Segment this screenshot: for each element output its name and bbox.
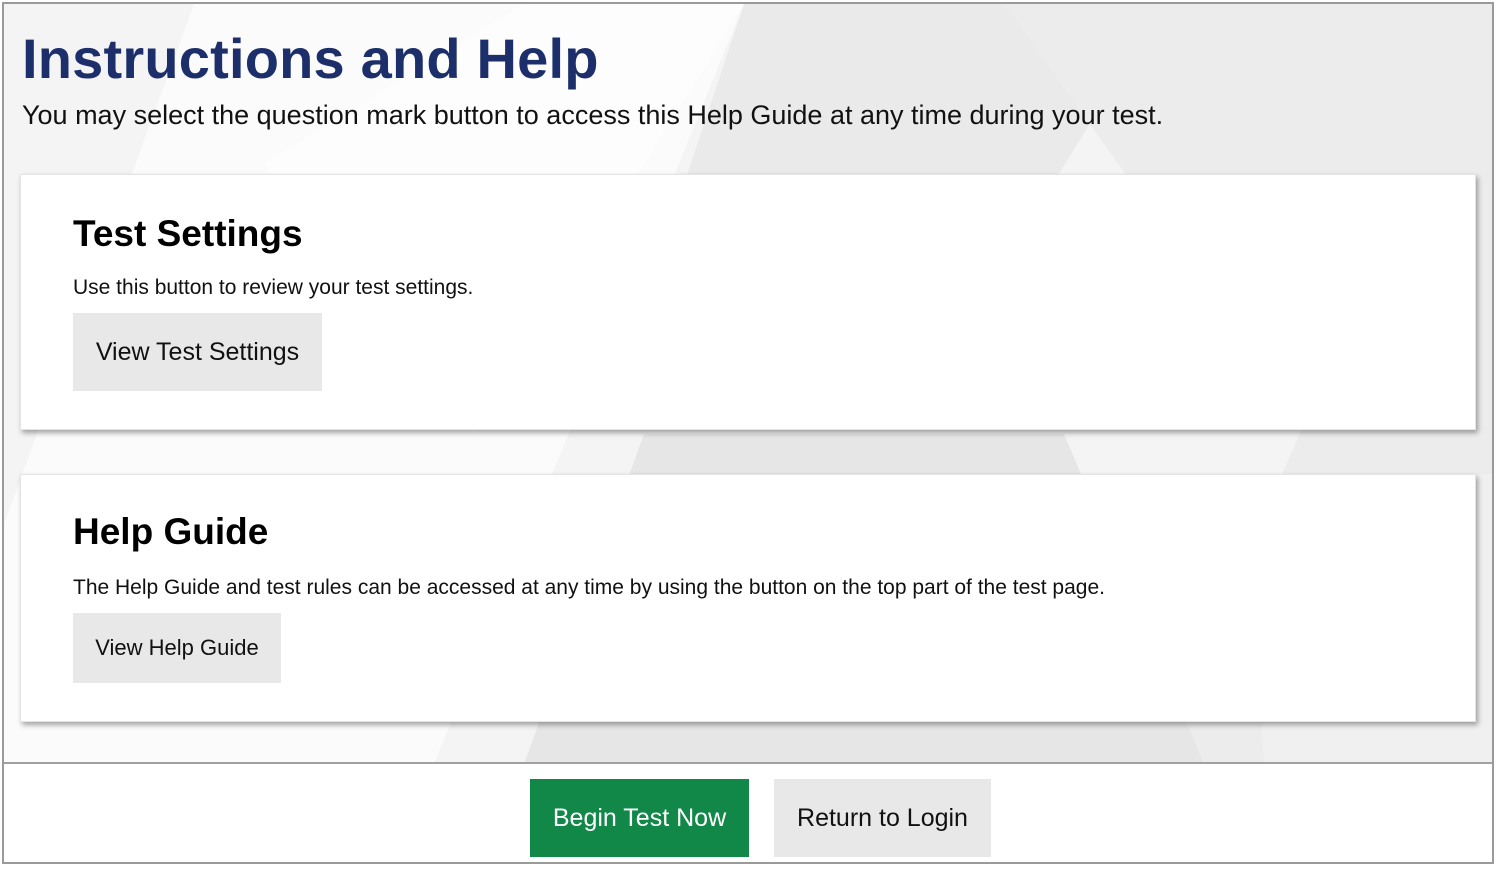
page-title: Instructions and Help bbox=[22, 27, 599, 90]
begin-test-button[interactable]: Begin Test Now bbox=[530, 779, 749, 857]
view-help-guide-button[interactable]: View Help Guide bbox=[73, 613, 281, 683]
page-subtitle: You may select the question mark button … bbox=[22, 100, 1164, 130]
view-test-settings-button[interactable]: View Test Settings bbox=[73, 313, 322, 391]
footer-bar: Begin Test Now Return to Login bbox=[4, 762, 1492, 862]
instructions-page: Instructions and Help You may select the… bbox=[2, 2, 1494, 864]
test-settings-description: Use this button to review your test sett… bbox=[73, 276, 474, 299]
help-guide-description: The Help Guide and test rules can be acc… bbox=[73, 576, 1105, 599]
help-guide-title: Help Guide bbox=[73, 511, 269, 552]
test-settings-card: Test Settings Use this button to review … bbox=[20, 174, 1476, 430]
test-settings-title: Test Settings bbox=[73, 213, 303, 254]
help-guide-card: Help Guide The Help Guide and test rules… bbox=[20, 474, 1476, 722]
return-to-login-button[interactable]: Return to Login bbox=[774, 779, 991, 857]
